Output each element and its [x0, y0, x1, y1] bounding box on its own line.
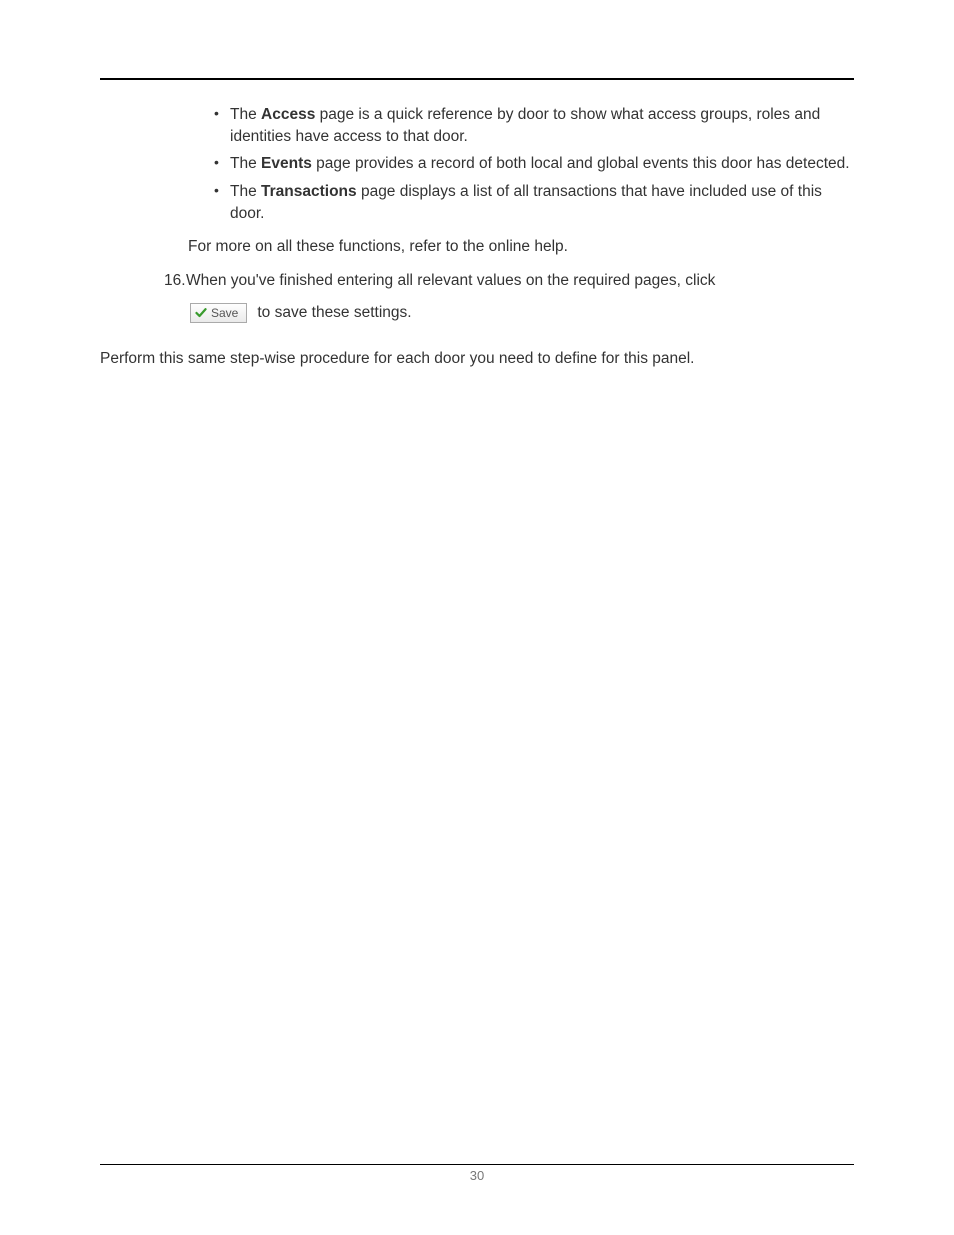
save-button-label: Save: [211, 307, 238, 319]
check-icon: [195, 307, 207, 319]
bullet-text-bold: Events: [261, 155, 312, 172]
closing-paragraph: Perform this same step-wise procedure fo…: [100, 348, 854, 370]
content-block: The Access page is a quick reference by …: [100, 104, 854, 369]
step-number: 16.: [164, 270, 186, 292]
bullet-text-post: page is a quick reference by door to sho…: [230, 106, 820, 145]
bullet-text-post: page provides a record of both local and…: [312, 155, 850, 172]
bullet-item: The Events page provides a record of bot…: [214, 153, 854, 175]
save-suffix-text: to save these settings.: [257, 302, 411, 324]
reference-line: For more on all these functions, refer t…: [188, 236, 854, 258]
bullet-item: The Access page is a quick reference by …: [214, 104, 854, 147]
page-number: 30: [0, 1167, 954, 1185]
step-sixteen: 16.When you've finished entering all rel…: [164, 270, 854, 292]
step-text: When you've finished entering all releva…: [186, 272, 715, 289]
save-row: Save to save these settings.: [190, 302, 854, 324]
bullet-text-bold: Transactions: [261, 183, 357, 200]
page-frame: The Access page is a quick reference by …: [100, 78, 854, 1165]
save-button[interactable]: Save: [190, 303, 247, 323]
bullet-text-pre: The: [230, 155, 261, 172]
bullet-list: The Access page is a quick reference by …: [214, 104, 854, 224]
bullet-text-bold: Access: [261, 106, 315, 123]
bullet-item: The Transactions page displays a list of…: [214, 181, 854, 224]
bullet-text-pre: The: [230, 183, 261, 200]
bullet-text-pre: The: [230, 106, 261, 123]
